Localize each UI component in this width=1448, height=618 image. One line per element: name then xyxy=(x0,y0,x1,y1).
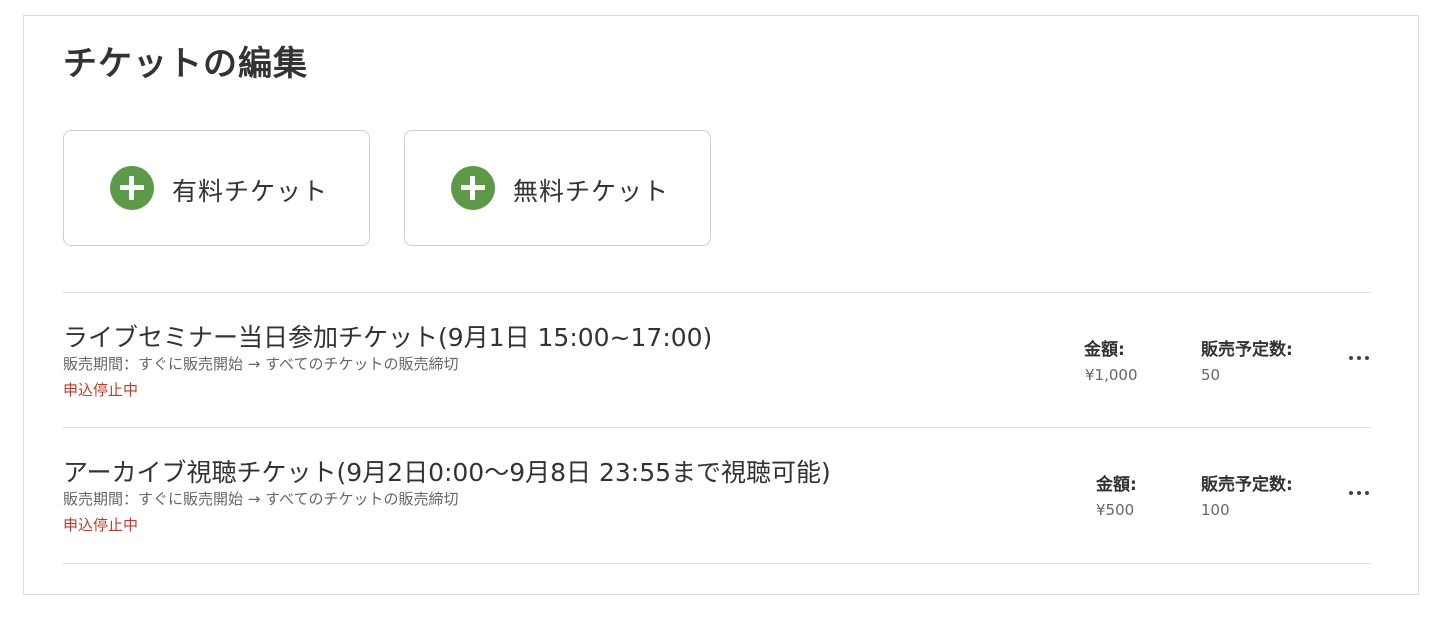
plus-circle-icon xyxy=(110,166,154,210)
ticket-status: 申込停止中 xyxy=(63,516,139,534)
price-value: ¥500 xyxy=(1096,501,1135,519)
planned-count-value: 100 xyxy=(1201,501,1230,519)
price-value: ¥1,000 xyxy=(1085,366,1138,384)
ticket-name: ライブセミナー当日参加チケット(9月1日 15:00~17:00) xyxy=(63,323,713,352)
planned-count-label: 販売予定数: xyxy=(1201,475,1293,495)
more-options-icon[interactable] xyxy=(1347,483,1371,503)
price-label: 金額: xyxy=(1084,340,1125,360)
page-title: チケットの編集 xyxy=(63,44,308,84)
more-options-icon[interactable] xyxy=(1347,348,1371,368)
planned-count-value: 50 xyxy=(1201,366,1221,384)
add-free-ticket-button[interactable]: 無料チケット xyxy=(404,130,711,246)
add-paid-ticket-label: 有料チケット xyxy=(172,177,329,206)
plus-circle-icon xyxy=(451,166,495,210)
ticket-sales-period: 販売期間：すぐに販売開始 → すべてのチケットの販売締切 xyxy=(63,490,459,508)
ticket-status: 申込停止中 xyxy=(63,381,139,399)
add-paid-ticket-button[interactable]: 有料チケット xyxy=(63,130,370,246)
planned-count-label: 販売予定数: xyxy=(1201,340,1293,360)
price-label: 金額: xyxy=(1096,475,1137,495)
ticket-edit-panel: チケットの編集 有料チケット 無料チケット ライブセミナー当日参加チケット(9月… xyxy=(23,15,1419,595)
divider xyxy=(63,427,1371,428)
divider xyxy=(63,563,1371,564)
add-free-ticket-label: 無料チケット xyxy=(513,177,670,206)
ticket-sales-period: 販売期間：すぐに販売開始 → すべてのチケットの販売締切 xyxy=(63,355,459,373)
ticket-name: アーカイブ視聴チケット(9月2日0:00〜9月8日 23:55まで視聴可能) xyxy=(63,458,831,487)
divider xyxy=(63,292,1371,293)
ticket-row[interactable]: ライブセミナー当日参加チケット(9月1日 15:00~17:00) 販売期間：す… xyxy=(63,318,1371,448)
